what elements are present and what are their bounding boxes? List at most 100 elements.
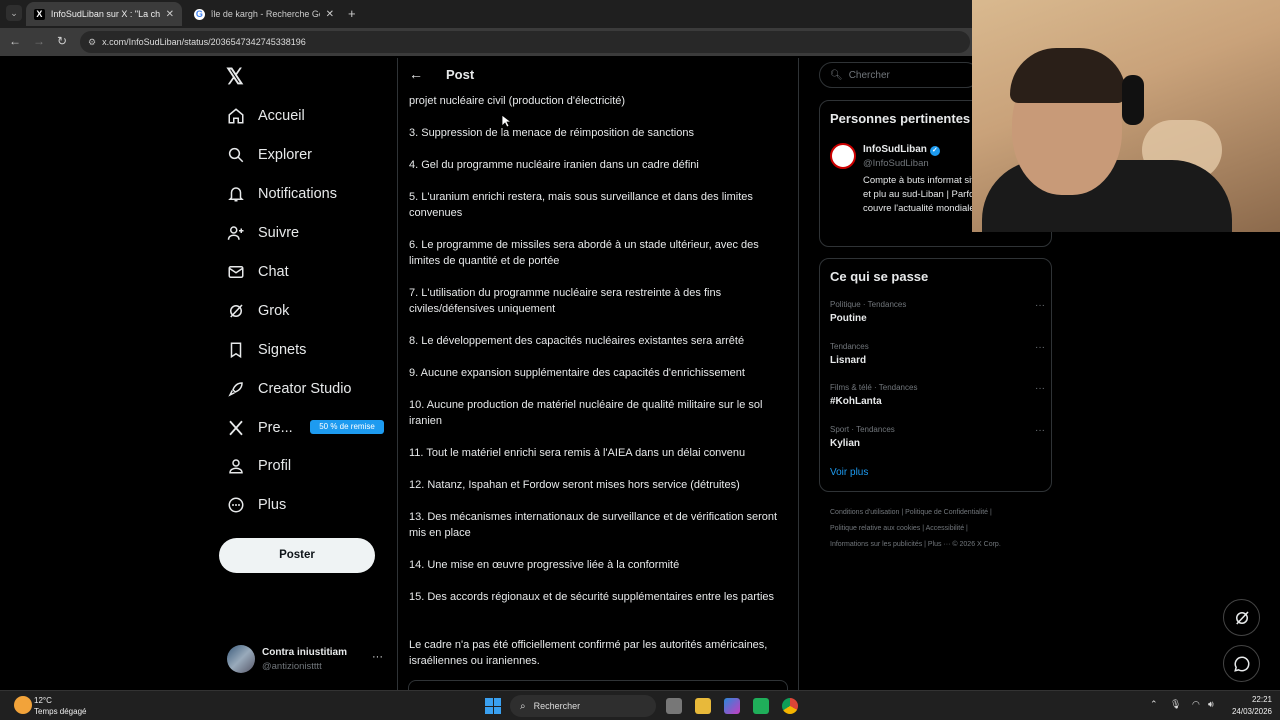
footer-line[interactable]: Conditions d'utilisation | Politique de … bbox=[830, 505, 1060, 521]
more-icon[interactable]: ··· bbox=[1035, 425, 1045, 436]
nav-label: Plus bbox=[258, 497, 287, 513]
nav-item-creator-studio[interactable]: Creator Studio bbox=[226, 375, 352, 403]
trends-card: Ce qui se passe Politique · Tendances Po… bbox=[819, 258, 1052, 492]
post-header: ← Post bbox=[398, 58, 798, 92]
forward-icon[interactable]: → bbox=[33, 34, 45, 48]
webcam-person-hair bbox=[1010, 48, 1126, 103]
more-icon[interactable]: ··· bbox=[1035, 383, 1045, 394]
reload-icon[interactable]: ↻ bbox=[57, 34, 67, 48]
footer-line[interactable]: Informations sur les publicités | Plus ·… bbox=[830, 537, 1060, 553]
headset bbox=[1122, 75, 1144, 125]
search-icon: ⌕ bbox=[520, 700, 526, 712]
file-explorer-icon[interactable] bbox=[695, 698, 711, 714]
post-button[interactable]: Poster bbox=[219, 538, 375, 573]
back-arrow-icon[interactable]: ← bbox=[409, 66, 423, 82]
post-text: 8. Le développement des capacités nucléa… bbox=[409, 335, 745, 347]
weather-icon[interactable] bbox=[14, 696, 32, 714]
back-icon[interactable]: ← bbox=[9, 34, 21, 48]
microphone-icon[interactable]: 🎙︎ bbox=[1170, 699, 1181, 710]
post-text: 3. Suppression de la menace de réimposit… bbox=[409, 127, 694, 139]
nav-item-profil[interactable]: Profil bbox=[226, 452, 291, 480]
task-view-icon[interactable] bbox=[666, 698, 682, 714]
browser-tab[interactable]: G île de kargh - Recherche Google ✕ bbox=[186, 2, 342, 26]
app-icon[interactable] bbox=[753, 698, 769, 714]
wifi-icon[interactable]: ◠ bbox=[1192, 699, 1200, 710]
browser-tab-active[interactable]: X InfoSudLiban sur X : "La chaîne ✕ bbox=[26, 2, 182, 26]
search-icon: 🔍︎ bbox=[830, 69, 843, 81]
more-icon[interactable]: ··· bbox=[372, 651, 383, 663]
footer-line[interactable]: Politique relative aux cookies | Accessi… bbox=[830, 521, 1060, 537]
weather-temperature: 12°C bbox=[34, 696, 52, 705]
tab-label: InfoSudLiban sur X : "La chaîne bbox=[50, 9, 160, 19]
clock-time[interactable]: 22:21 bbox=[1240, 695, 1272, 704]
weather-description: Temps dégagé bbox=[34, 707, 87, 716]
nav-item-suivre[interactable]: Suivre bbox=[226, 219, 299, 247]
nav-item-signets[interactable]: Signets bbox=[226, 336, 306, 364]
profile-name[interactable]: InfoSudLiban ✓ bbox=[863, 144, 940, 156]
trend-name: Poutine bbox=[830, 313, 867, 324]
trend-item[interactable]: Films & télé · Tendances #KohLanta ··· bbox=[830, 383, 1045, 407]
taskbar: 12°C Temps dégagé ⌕ Rechercher ⌃ 🎙︎ ◠ 🔊︎… bbox=[0, 690, 1280, 720]
chrome-icon[interactable] bbox=[782, 698, 798, 714]
verified-icon: ✓ bbox=[929, 146, 940, 156]
see-more-link[interactable]: Voir plus bbox=[830, 467, 868, 478]
close-icon[interactable]: ✕ bbox=[166, 9, 174, 20]
search-input[interactable]: 🔍︎ Chercher bbox=[819, 62, 979, 88]
tab-search-button[interactable]: ⌄ bbox=[6, 5, 22, 21]
divider bbox=[397, 58, 398, 690]
post-text: projet nucléaire civil (production d'éle… bbox=[409, 95, 626, 107]
clock-date[interactable]: 24/03/2026 bbox=[1226, 707, 1272, 716]
more-circle-icon bbox=[226, 495, 246, 515]
nav-label: Chat bbox=[258, 264, 289, 280]
search-icon bbox=[226, 145, 246, 165]
messages-fab-button[interactable] bbox=[1223, 645, 1260, 682]
close-icon[interactable]: ✕ bbox=[326, 9, 334, 20]
nav-item-premium[interactable]: Pre... bbox=[226, 414, 293, 442]
trend-item[interactable]: Sport · Tendances Kylian ··· bbox=[830, 425, 1045, 449]
divider bbox=[798, 58, 799, 690]
post-text: 7. L'utilisation du programme nucléaire … bbox=[409, 287, 722, 315]
copilot-icon[interactable] bbox=[724, 698, 740, 714]
post-text: 13. Des mécanismes internationaux de sur… bbox=[409, 511, 778, 539]
trend-item[interactable]: Tendances Lisnard ··· bbox=[830, 342, 1045, 366]
site-info-icon[interactable]: ⚙ bbox=[88, 37, 96, 48]
nav-item-grok[interactable]: Grok bbox=[226, 297, 289, 325]
card-title: Ce qui se passe bbox=[830, 269, 929, 284]
google-icon: G bbox=[194, 8, 205, 20]
new-tab-button[interactable]: + bbox=[348, 6, 356, 21]
trend-item[interactable]: Politique · Tendances Poutine ··· bbox=[830, 300, 1045, 324]
taskbar-search[interactable]: ⌕ Rechercher bbox=[510, 695, 656, 717]
chevron-up-icon[interactable]: ⌃ bbox=[1150, 699, 1158, 710]
nav-item-accueil[interactable]: Accueil bbox=[226, 102, 305, 130]
more-icon[interactable]: ··· bbox=[1035, 342, 1045, 353]
nav-item-notifications[interactable]: Notifications bbox=[226, 180, 337, 208]
nav-label: Creator Studio bbox=[258, 381, 352, 397]
windows-start-icon[interactable] bbox=[485, 698, 501, 714]
grok-fab-button[interactable] bbox=[1223, 599, 1260, 636]
nav-item-chat[interactable]: Chat bbox=[226, 258, 289, 286]
chat-bubble-icon bbox=[1233, 655, 1249, 672]
trend-name: Kylian bbox=[830, 438, 861, 449]
nav-item-plus[interactable]: Plus bbox=[226, 491, 286, 519]
taskbar-search-label: Rechercher bbox=[533, 701, 581, 711]
nav-label: Grok bbox=[258, 303, 290, 319]
post-text: 11. Tout le matériel enrichi sera remis … bbox=[409, 447, 746, 459]
volume-icon[interactable]: 🔊︎ bbox=[1208, 699, 1214, 710]
page-title: Post bbox=[446, 67, 475, 82]
post-text: 6. Le programme de missiles sera abordé … bbox=[409, 239, 759, 267]
account-switcher[interactable]: Contra iniustitiam @antizionistttt ··· bbox=[227, 645, 387, 675]
avatar[interactable] bbox=[830, 143, 856, 169]
nav-label: Accueil bbox=[258, 108, 305, 124]
search-placeholder: Chercher bbox=[848, 69, 890, 81]
nav-label: Suivre bbox=[258, 225, 300, 241]
address-bar[interactable]: ⚙ x.com/InfoSudLiban/status/203654734274… bbox=[80, 31, 970, 53]
rocket-icon bbox=[226, 379, 246, 399]
card-title: Personnes pertinentes bbox=[830, 111, 971, 126]
premium-discount-badge[interactable]: 50 % de remise bbox=[310, 420, 384, 434]
x-logo-icon[interactable]: 𝕏 bbox=[226, 64, 244, 90]
nav-label: Notifications bbox=[258, 186, 337, 202]
nav-item-explorer[interactable]: Explorer bbox=[226, 141, 312, 169]
more-icon[interactable]: ··· bbox=[1035, 300, 1045, 311]
grok-icon bbox=[1235, 610, 1249, 625]
trend-category: Tendances bbox=[830, 342, 869, 351]
